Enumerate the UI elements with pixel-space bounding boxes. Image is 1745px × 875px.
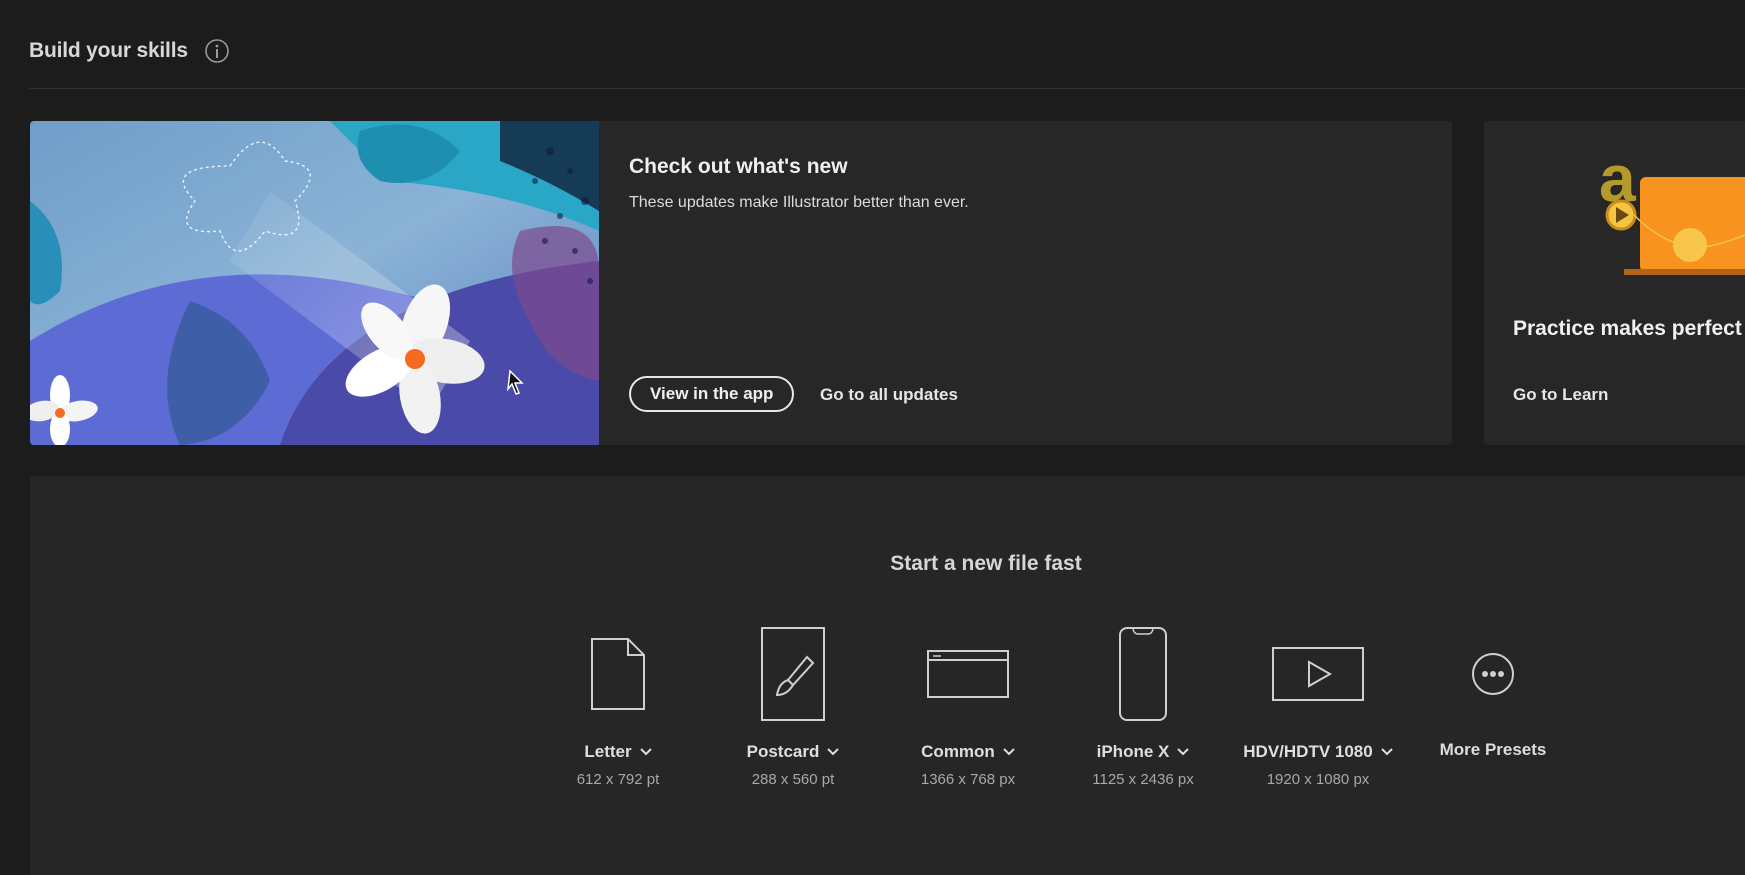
preset-size: 1366 x 768 px [920, 771, 1016, 788]
section-title: Build your skills [29, 39, 188, 62]
chevron-down-icon[interactable] [827, 748, 840, 756]
practice-title: Practice makes perfect [1513, 317, 1742, 340]
preset-hdtv-1080[interactable]: HDV/HDTV 1080 1920 x 1080 px [1228, 626, 1408, 788]
preset-label: More Presets [1439, 740, 1547, 759]
practice-card: a Practice makes perfect Go to Learn [1484, 121, 1745, 445]
document-icon [591, 638, 645, 710]
preset-list: Letter 612 x 792 pt Postcard 288 x 560 p… [470, 626, 1570, 796]
whats-new-card: Check out what's new These updates make … [30, 121, 1452, 445]
header-divider [29, 88, 1745, 89]
phone-icon [1119, 627, 1167, 721]
section-header: Build your skills [29, 34, 230, 68]
preset-postcard[interactable]: Postcard 288 x 560 pt [703, 626, 883, 788]
go-to-learn-link[interactable]: Go to Learn [1513, 385, 1608, 405]
preset-size: 1920 x 1080 px [1266, 771, 1370, 788]
more-icon [1472, 653, 1514, 695]
whats-new-illustration [30, 121, 599, 445]
video-play-icon [1272, 647, 1364, 701]
view-in-app-button[interactable]: View in the app [629, 376, 795, 412]
whats-new-title: Check out what's new [629, 155, 848, 178]
preset-size: 612 x 792 pt [576, 771, 660, 788]
info-icon[interactable] [204, 38, 230, 64]
chevron-down-icon[interactable] [1177, 748, 1190, 756]
go-to-all-updates-link[interactable]: Go to all updates [820, 385, 958, 405]
practice-illustration: a [1599, 141, 1745, 275]
whats-new-description: These updates make Illustrator better th… [629, 194, 969, 211]
browser-window-icon [927, 650, 1009, 698]
chevron-down-icon[interactable] [639, 748, 652, 756]
preset-size: 288 x 560 pt [751, 771, 835, 788]
brush-icon [761, 627, 825, 721]
preset-more[interactable]: More Presets [1403, 626, 1583, 760]
preset-label: iPhone X [1096, 742, 1170, 761]
preset-label: Common [921, 742, 995, 761]
new-file-panel: Start a new file fast Letter 612 x 792 p… [30, 476, 1745, 875]
preset-label: Postcard [746, 742, 820, 761]
preset-common[interactable]: Common 1366 x 768 px [878, 626, 1058, 788]
preset-label: HDV/HDTV 1080 [1243, 742, 1373, 761]
preset-letter[interactable]: Letter 612 x 792 pt [528, 626, 708, 788]
new-file-title: Start a new file fast [890, 552, 1082, 575]
chevron-down-icon[interactable] [1381, 748, 1393, 756]
whats-new-body: Check out what's new These updates make … [629, 121, 1452, 445]
chevron-down-icon[interactable] [1003, 748, 1015, 756]
preset-size: 1125 x 2436 px [1092, 771, 1194, 788]
preset-label: Letter [584, 742, 632, 761]
preset-iphone-x[interactable]: iPhone X 1125 x 2436 px [1053, 626, 1233, 788]
